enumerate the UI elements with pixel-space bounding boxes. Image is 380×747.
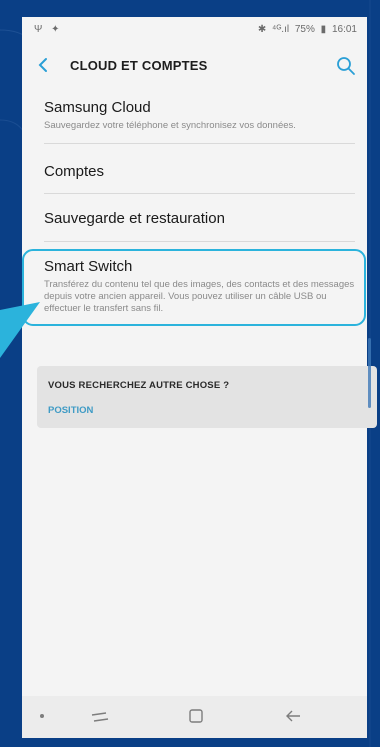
app-bar: CLOUD ET COMPTES <box>22 43 367 89</box>
setting-title: Samsung Cloud <box>44 99 151 116</box>
setting-title: Comptes <box>44 163 105 180</box>
status-bar: Ψ ✦ ✱ ⁴ᴳ.ıl 75% ▮ 16:01 <box>22 17 367 43</box>
suggestion-card: VOUS RECHERCHEZ AUTRE CHOSE ? POSITION <box>37 366 377 428</box>
scrollbar[interactable] <box>368 338 371 408</box>
setting-sauvegarde-restauration[interactable]: Sauvegarde et restauration <box>44 210 364 227</box>
battery-level: 75% <box>294 24 315 35</box>
smart-switch-highlight <box>22 249 366 326</box>
search-icon[interactable] <box>336 56 356 76</box>
status-right: ✱ ⁴ᴳ.ıl 75% ▮ 16:01 <box>255 24 357 35</box>
setting-description: Sauvegardez votre téléphone et synchroni… <box>44 120 296 131</box>
position-link[interactable]: POSITION <box>48 405 366 416</box>
clock: 16:01 <box>331 24 357 35</box>
back-arrow-icon[interactable] <box>36 57 52 73</box>
recent-apps-icon[interactable] <box>90 708 110 726</box>
divider <box>44 241 355 242</box>
notification-icons: Ψ ✦ <box>34 24 63 35</box>
setting-title: Sauvegarde et restauration <box>44 210 225 227</box>
divider <box>44 143 355 144</box>
setting-samsung-cloud[interactable]: Samsung Cloud Sauvegardez votre téléphon… <box>44 99 364 132</box>
battery-icon: ▮ <box>320 24 327 35</box>
suggestion-title: VOUS RECHERCHEZ AUTRE CHOSE ? <box>48 380 230 391</box>
signal-icon: ⁴ᴳ.ıl <box>272 24 290 35</box>
setting-comptes[interactable]: Comptes <box>44 163 364 180</box>
page-title: CLOUD ET COMPTES <box>70 58 208 73</box>
nav-dot-icon <box>40 714 44 718</box>
bluetooth-icon: ✱ <box>257 24 267 35</box>
back-nav-icon[interactable] <box>284 708 302 724</box>
pointer-arrow <box>0 302 40 358</box>
divider <box>44 193 355 194</box>
home-icon[interactable] <box>188 708 204 724</box>
navigation-bar <box>22 696 367 738</box>
